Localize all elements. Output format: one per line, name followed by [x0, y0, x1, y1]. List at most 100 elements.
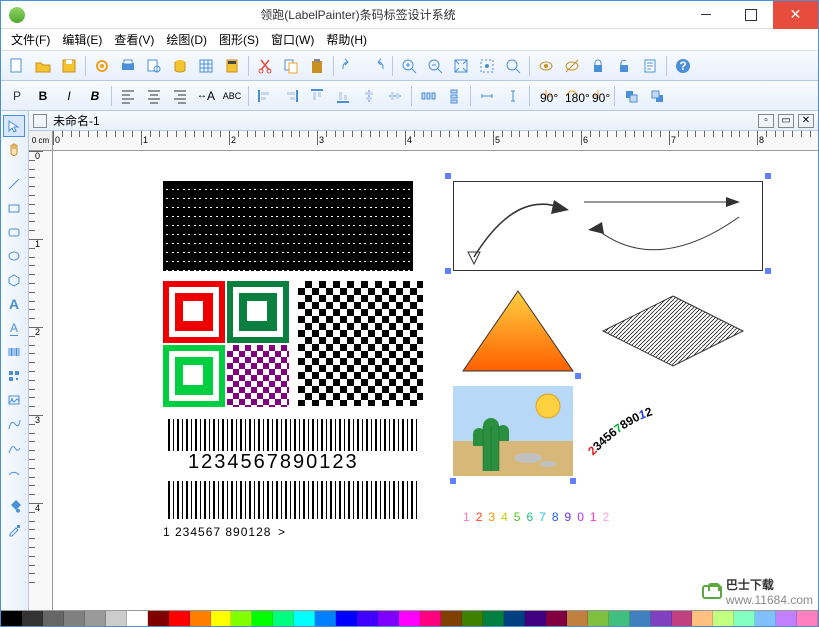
tool-fill[interactable]: [3, 495, 25, 517]
tool-image[interactable]: [3, 389, 25, 411]
qr-purple[interactable]: [227, 345, 289, 407]
align-center-icon[interactable]: [142, 84, 166, 108]
zoomsel-icon[interactable]: [475, 54, 499, 78]
lock-icon[interactable]: [586, 54, 610, 78]
tool-polygon[interactable]: [3, 269, 25, 291]
swatch[interactable]: [525, 611, 546, 626]
eye-off-icon[interactable]: [560, 54, 584, 78]
cut-icon[interactable]: [253, 54, 277, 78]
curves-frame[interactable]: [453, 181, 763, 271]
swatch[interactable]: [692, 611, 713, 626]
zoomout-icon[interactable]: [423, 54, 447, 78]
barcode-2[interactable]: [168, 481, 418, 519]
same-height-icon[interactable]: [501, 84, 525, 108]
rainbow-text[interactable]: 123456789012: [463, 501, 615, 528]
tool-qrcode[interactable]: [3, 365, 25, 387]
tool-select[interactable]: [3, 115, 25, 137]
zoomfit-icon[interactable]: [449, 54, 473, 78]
tool-arc[interactable]: [3, 461, 25, 483]
swatch[interactable]: [441, 611, 462, 626]
swatch[interactable]: [734, 611, 755, 626]
qr-red[interactable]: [163, 281, 225, 343]
swatch[interactable]: [609, 611, 630, 626]
eye-icon[interactable]: [534, 54, 558, 78]
send-back-icon[interactable]: [645, 84, 669, 108]
props-icon[interactable]: [638, 54, 662, 78]
tool-barcode[interactable]: [3, 341, 25, 363]
swatch[interactable]: [294, 611, 315, 626]
swatch[interactable]: [127, 611, 148, 626]
bolditalic-icon[interactable]: B: [83, 84, 107, 108]
swatch[interactable]: [483, 611, 504, 626]
text-case-icon[interactable]: ABC: [220, 84, 244, 108]
doc-max-icon[interactable]: ▭: [778, 114, 794, 128]
menu-shape[interactable]: 图形(S): [213, 29, 265, 50]
tool-hand[interactable]: [3, 139, 25, 161]
tool-richtext[interactable]: A: [3, 317, 25, 339]
swatch[interactable]: [504, 611, 525, 626]
swatch[interactable]: [231, 611, 252, 626]
pdf417-barcode[interactable]: [163, 181, 413, 271]
italic-icon[interactable]: I: [57, 84, 81, 108]
redo-icon[interactable]: [364, 54, 388, 78]
swatch[interactable]: [106, 611, 127, 626]
distribute-v-icon[interactable]: [442, 84, 466, 108]
swatch[interactable]: [713, 611, 734, 626]
undo-icon[interactable]: [338, 54, 362, 78]
calc-icon[interactable]: [220, 54, 244, 78]
doc-min-icon[interactable]: ▫: [758, 114, 774, 128]
swatch[interactable]: [630, 611, 651, 626]
print-icon[interactable]: [116, 54, 140, 78]
bring-front-icon[interactable]: [619, 84, 643, 108]
zoomin-icon[interactable]: [397, 54, 421, 78]
distribute-h-icon[interactable]: [416, 84, 440, 108]
database-icon[interactable]: [168, 54, 192, 78]
swatch[interactable]: [64, 611, 85, 626]
swatch[interactable]: [1, 611, 22, 626]
font-plain-icon[interactable]: P: [5, 84, 29, 108]
swatch[interactable]: [462, 611, 483, 626]
alignobj-left-icon[interactable]: [253, 84, 277, 108]
unlock-icon[interactable]: [612, 54, 636, 78]
grid-icon[interactable]: [194, 54, 218, 78]
menu-help[interactable]: 帮助(H): [320, 29, 373, 50]
align-left-icon[interactable]: [116, 84, 140, 108]
swatch[interactable]: [357, 611, 378, 626]
swatch[interactable]: [315, 611, 336, 626]
clipart-cactus[interactable]: [453, 386, 573, 476]
tool-curve[interactable]: [3, 413, 25, 435]
swatch[interactable]: [190, 611, 211, 626]
minimize-button[interactable]: [683, 1, 728, 29]
swatch[interactable]: [755, 611, 776, 626]
swatch[interactable]: [399, 611, 420, 626]
menu-file[interactable]: 文件(F): [5, 29, 56, 50]
swatch[interactable]: [797, 611, 818, 626]
tool-bezier[interactable]: [3, 437, 25, 459]
preview-icon[interactable]: [142, 54, 166, 78]
qr-green-top[interactable]: [227, 281, 289, 343]
bold-icon[interactable]: B: [31, 84, 55, 108]
swatch[interactable]: [211, 611, 232, 626]
alignobj-top-icon[interactable]: [305, 84, 329, 108]
open-icon[interactable]: [31, 54, 55, 78]
doc-close-icon[interactable]: ✕: [798, 114, 814, 128]
rotate-90l-icon[interactable]: 90°: [534, 84, 558, 108]
tool-eyedrop[interactable]: [3, 519, 25, 541]
swatch[interactable]: [776, 611, 797, 626]
swatch[interactable]: [567, 611, 588, 626]
swatch[interactable]: [252, 611, 273, 626]
menu-view[interactable]: 查看(V): [108, 29, 160, 50]
tool-rect[interactable]: [3, 197, 25, 219]
same-width-icon[interactable]: [475, 84, 499, 108]
diamond-shape[interactable]: [598, 291, 748, 374]
maximize-button[interactable]: [728, 1, 773, 29]
tool-ellipse[interactable]: [3, 245, 25, 267]
alignobj-hcenter-icon[interactable]: [357, 84, 381, 108]
alignobj-bottom-icon[interactable]: [331, 84, 355, 108]
new-icon[interactable]: [5, 54, 29, 78]
zoom100-icon[interactable]: [501, 54, 525, 78]
canvas[interactable]: 1234567890123 1 234567 890128 >: [53, 151, 818, 610]
swatch[interactable]: [378, 611, 399, 626]
close-button[interactable]: ✕: [773, 1, 818, 29]
rotate-180-icon[interactable]: 180°: [560, 84, 584, 108]
